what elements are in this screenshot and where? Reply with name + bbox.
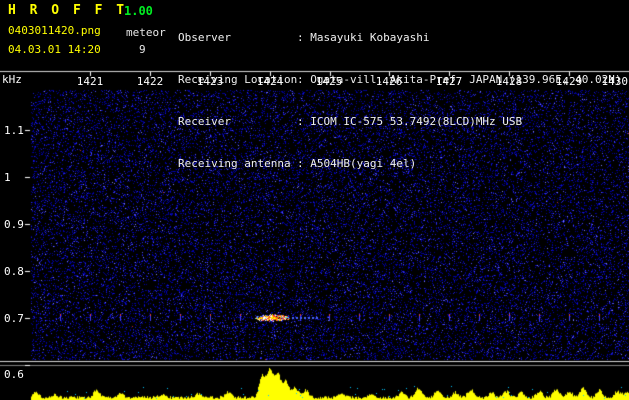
info-value: Masayuki Kobayashi — [310, 31, 429, 44]
time-label-1430: 1430 — [602, 75, 629, 88]
app-version: 1.00 — [124, 4, 153, 18]
info-row-receiver: Receiver: ICOM IC-575 53.7492(8LCD)MHz U… — [178, 115, 622, 129]
meteor-count: 9 — [139, 43, 146, 56]
time-label-1421: 1421 — [77, 75, 104, 88]
freq-label-0-9: 0.9 — [4, 218, 24, 231]
info-value: A504HB(yagi 4el) — [310, 157, 416, 170]
info-colon: : — [297, 73, 310, 86]
info-colon: : — [297, 157, 310, 170]
time-label-1423: 1423 — [197, 75, 224, 88]
info-colon: : — [297, 115, 310, 128]
info-label: Receiver — [178, 115, 297, 129]
station-info: Observer: Masayuki Kobayashi Receiving L… — [178, 3, 622, 199]
info-row-observer: Observer: Masayuki Kobayashi — [178, 31, 622, 45]
freq-label-1-0: 1 — [4, 171, 11, 184]
mode-label: meteor — [126, 26, 166, 39]
freq-label-0-6: 0.6 — [4, 368, 24, 381]
info-row-antenna: Receiving antenna: A504HB(yagi 4el) — [178, 157, 622, 171]
output-filename: 0403011420.png — [8, 24, 101, 37]
start-datetime: 04.03.01 14:20 — [8, 43, 101, 56]
freq-label-0-7: 0.7 — [4, 312, 24, 325]
info-value: ICOM IC-575 53.7492(8LCD)MHz USB — [310, 115, 522, 128]
info-label: Observer — [178, 31, 297, 45]
time-label-1422: 1422 — [137, 75, 164, 88]
app-title: H R O F F T — [8, 3, 127, 18]
freq-label-1-1: 1.1 — [4, 124, 24, 137]
info-label: Receiving antenna — [178, 157, 297, 171]
time-label-1429: 1429 — [556, 75, 583, 88]
info-colon: : — [297, 31, 310, 44]
freq-unit-label: kHz — [2, 73, 22, 86]
time-label-1427: 1427 — [436, 75, 463, 88]
hrofft-output: H R O F F T 1.00 0403011420.png meteor 0… — [0, 0, 629, 400]
time-label-1426: 1426 — [376, 75, 403, 88]
time-label-1425: 1425 — [316, 75, 343, 88]
time-label-1424: 1424 — [257, 75, 284, 88]
time-label-1428: 1428 — [496, 75, 523, 88]
freq-label-0-8: 0.8 — [4, 265, 24, 278]
